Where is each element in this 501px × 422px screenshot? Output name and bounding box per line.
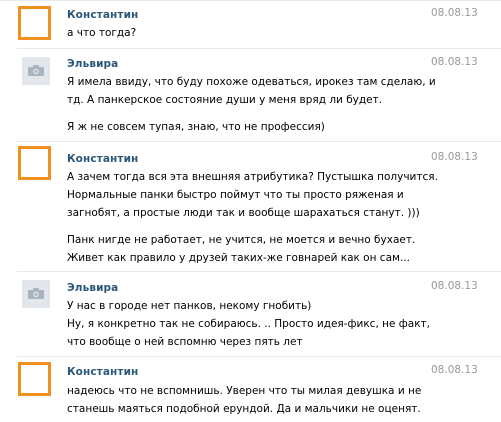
avatar[interactable] [22,57,50,85]
message-text-line: Панк нигде не работает, не учится, не мо… [67,234,416,246]
author-name[interactable]: Константин [67,9,138,21]
author-name[interactable]: Эльвира [67,282,118,294]
message-divider [17,48,501,49]
message-divider [17,141,501,142]
message-text-line: Нормальные панки быстро поймут что ты пр… [67,189,404,201]
author-name[interactable]: Константин [67,153,138,165]
author-name[interactable]: Константин [67,366,138,378]
message-text-line: Живет как правило у друзей таких-же говн… [67,252,410,264]
avatar[interactable] [22,280,50,308]
message-text-line: надеюсь что не вспомнишь. Уверен что ты … [67,385,422,397]
message-divider [17,356,501,357]
message-date: 08.08.13 [431,56,478,68]
message-date: 08.08.13 [431,7,478,19]
message-text-line: А зачем тогда вся эта внешняя атрибутика… [67,171,438,183]
avatar[interactable] [18,6,51,40]
avatar[interactable] [18,146,51,180]
top-divider [0,0,501,1]
message-text-line: тд. А панкерское состояние души у меня в… [67,94,383,106]
message-text-line: что вообще о ней вспомню через пять лет [67,336,303,348]
camera-icon [28,65,44,76]
message-date: 08.08.13 [431,280,478,292]
camera-icon [28,288,44,299]
message-date: 08.08.13 [431,151,478,163]
message-text-line: Я ж не совсем тупая, знаю, что не профес… [67,121,325,133]
avatar[interactable] [18,362,51,396]
message-text-line: Я имела ввиду, что буду похоже одеваться… [67,76,436,88]
message-text-line: У нас в городе нет панков, некому гнобит… [67,300,312,312]
message-date: 08.08.13 [431,364,478,376]
message-text-line: станешь маяться подобной ерундой. Да и м… [67,403,421,415]
message-text-line: Ну, я конкретно так не собираюсь. .. Про… [67,318,431,330]
message-text-line: а что тогда? [67,27,137,39]
message-divider [17,271,501,272]
author-name[interactable]: Эльвира [67,58,118,70]
message-text-line: загнобят, а простые люди так и вообще ша… [67,207,420,219]
